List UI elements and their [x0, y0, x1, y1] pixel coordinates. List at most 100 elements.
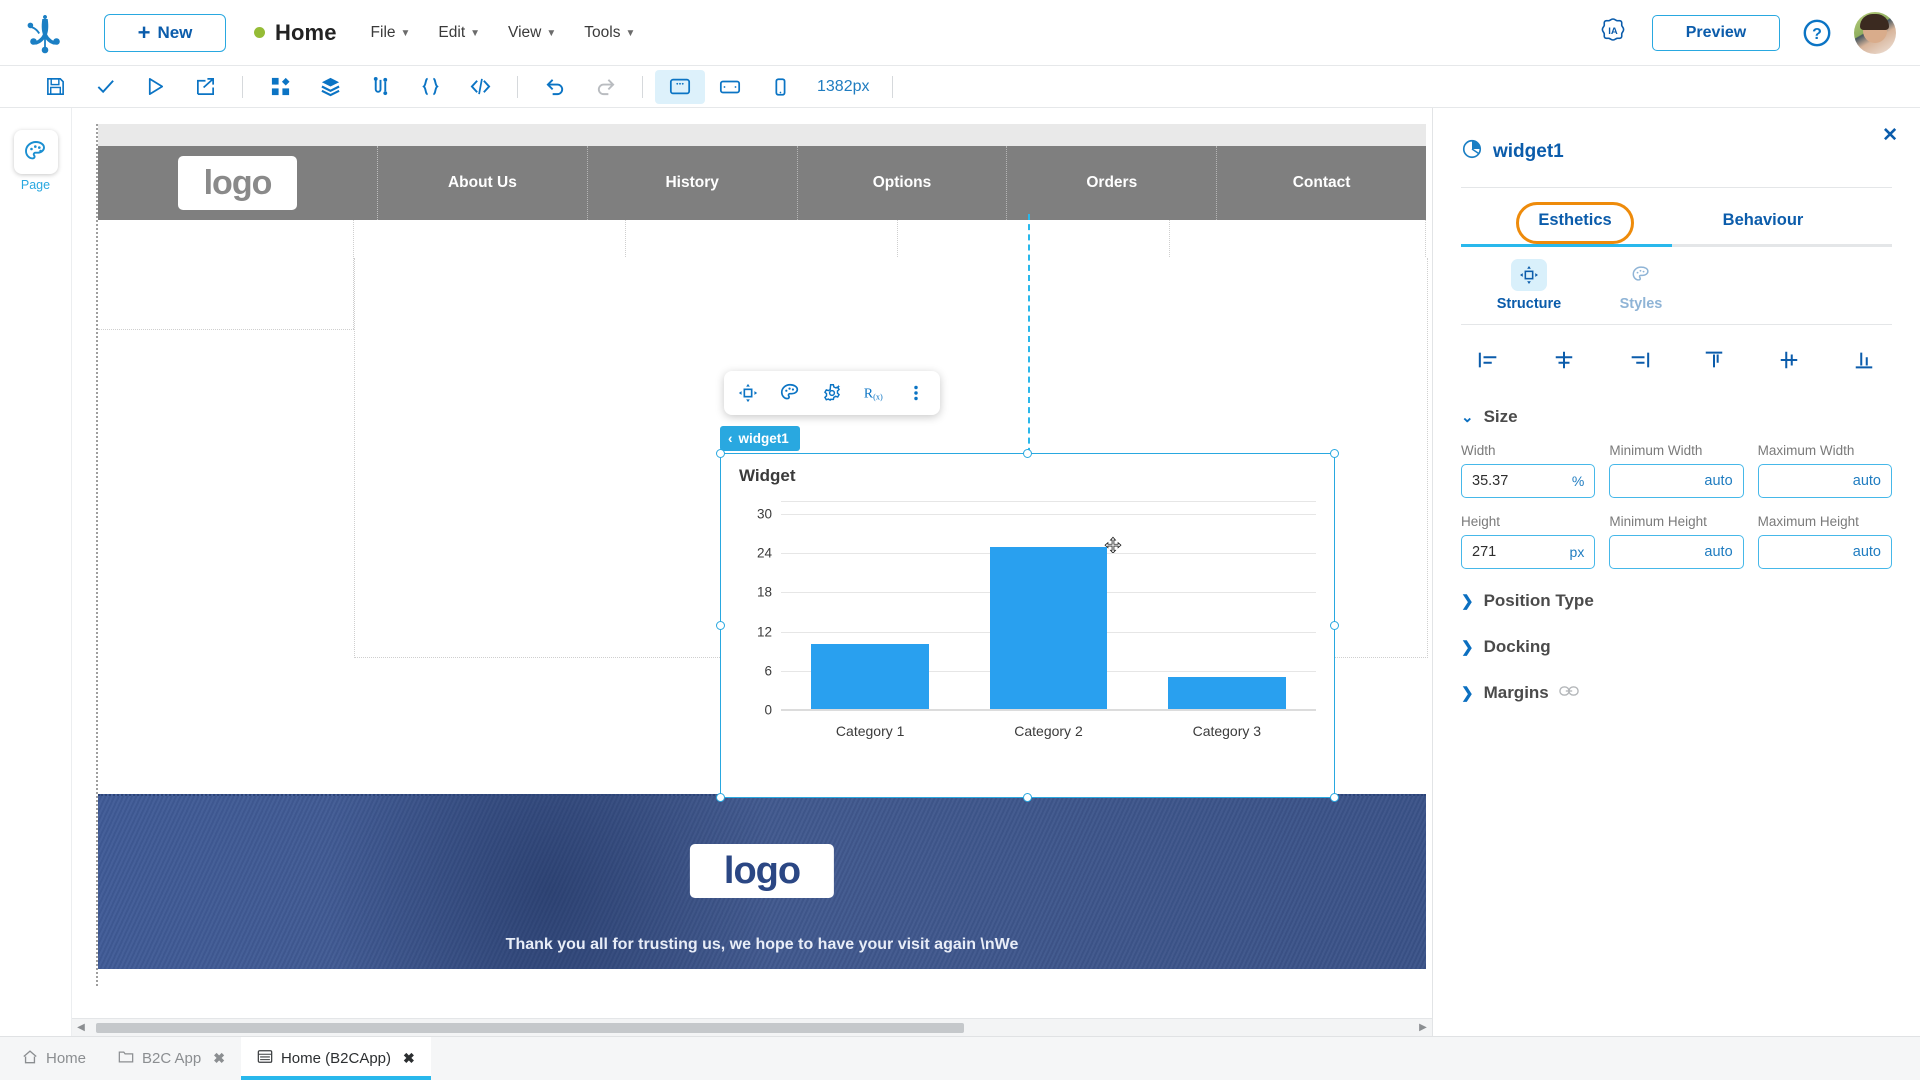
align-center-vertical-icon[interactable] — [1767, 343, 1811, 377]
site-footer-band[interactable]: logo Thank you all for trusting us, we h… — [98, 794, 1426, 969]
link-chain-icon[interactable] — [1558, 684, 1579, 703]
y-tick-label: 24 — [756, 545, 772, 561]
footer-message: Thank you all for trusting us, we hope t… — [505, 936, 1019, 953]
resize-handle-middle-right[interactable] — [1330, 620, 1339, 630]
components-grid-icon[interactable] — [255, 70, 305, 104]
bar-category-1[interactable] — [811, 644, 929, 709]
more-vertical-icon[interactable] — [897, 376, 935, 410]
site-logo-cell[interactable]: logo — [98, 146, 378, 220]
nav-link-about-us[interactable]: About Us — [378, 146, 588, 220]
scrollbar-track[interactable] — [90, 1022, 1414, 1033]
move-structure-icon[interactable] — [729, 376, 767, 410]
layers-stack-icon[interactable] — [305, 70, 355, 104]
viewport-size-label[interactable]: 1382px — [817, 78, 870, 96]
align-center-horizontal-icon[interactable] — [1542, 343, 1586, 377]
scroll-left-arrow-icon[interactable]: ◀ — [72, 1022, 90, 1033]
x-tick-label: Category 3 — [1192, 723, 1262, 739]
ia-assistant-icon[interactable]: IA — [1596, 16, 1630, 50]
resize-handle-bottom-right[interactable] — [1330, 793, 1339, 802]
code-tags-icon[interactable] — [455, 70, 505, 104]
avatar[interactable] — [1854, 11, 1896, 54]
section-position-type-header[interactable]: ❯ Position Type — [1461, 591, 1892, 611]
run-play-icon[interactable] — [130, 70, 180, 104]
deploy-export-icon[interactable] — [180, 70, 230, 104]
save-icon[interactable] — [30, 70, 80, 104]
nav-link-orders[interactable]: Orders — [1007, 146, 1218, 220]
section-size-header[interactable]: ⌄ Size — [1461, 407, 1892, 427]
close-icon[interactable]: ✖ — [213, 1050, 225, 1067]
min-width-input[interactable]: auto — [1609, 464, 1744, 498]
max-height-input[interactable]: auto — [1757, 535, 1892, 569]
tablet-view-icon[interactable] — [705, 70, 755, 104]
settings-sparkle-icon[interactable] — [813, 376, 851, 410]
section-margins-header[interactable]: ❯ Margins — [1461, 683, 1892, 703]
align-right-icon[interactable] — [1617, 343, 1661, 377]
tab-behaviour[interactable]: Behaviour — [1634, 202, 1892, 244]
braces-icon[interactable] — [405, 70, 455, 104]
height-input[interactable]: 271 px — [1461, 535, 1596, 569]
new-button[interactable]: + New — [104, 13, 226, 52]
subtab-structure[interactable]: Structure — [1473, 259, 1585, 312]
resize-handle-middle-left[interactable] — [716, 620, 725, 630]
nav-link-contact[interactable]: Contact — [1217, 146, 1426, 220]
data-flow-icon[interactable] — [355, 70, 405, 104]
menu-file[interactable]: File ▼ — [371, 24, 411, 42]
menu-edit[interactable]: Edit ▼ — [438, 24, 480, 42]
align-left-icon[interactable] — [1467, 343, 1511, 377]
field-max-width-label: Maximum Width — [1757, 443, 1855, 458]
width-unit: % — [1571, 473, 1585, 489]
section-docking-header[interactable]: ❯ Docking — [1461, 637, 1892, 657]
resize-handle-bottom-center[interactable] — [1022, 793, 1032, 802]
min-height-input[interactable]: auto — [1609, 535, 1744, 569]
bottom-tab-b2c-app[interactable]: B2C App ✖ — [102, 1037, 241, 1080]
redo-icon[interactable] — [580, 70, 630, 104]
widget-name-tag[interactable]: ‹ widget1 — [720, 426, 800, 451]
bottom-tab-home[interactable]: Home — [6, 1037, 102, 1080]
chevron-down-icon: ▼ — [400, 28, 411, 39]
palette-styles-icon[interactable] — [771, 376, 809, 410]
toolbar-divider — [517, 75, 518, 98]
scrollbar-thumb[interactable] — [96, 1022, 964, 1033]
preview-button[interactable]: Preview — [1652, 14, 1780, 51]
max-width-input[interactable]: auto — [1757, 464, 1892, 498]
menu-view[interactable]: View ▼ — [508, 24, 556, 42]
scroll-right-arrow-icon[interactable]: ▶ — [1414, 1022, 1432, 1033]
palette-icon — [1623, 259, 1659, 291]
resize-handle-top-left[interactable] — [716, 449, 725, 458]
validate-check-icon[interactable] — [80, 70, 130, 104]
subtab-styles[interactable]: Styles — [1585, 259, 1697, 312]
close-icon[interactable]: ✕ — [1882, 124, 1898, 147]
brand-logo-icon[interactable] — [22, 10, 68, 56]
canvas-horizontal-scrollbar[interactable]: ◀ ▶ — [72, 1018, 1432, 1036]
field-max-width: Maximum Width auto — [1757, 443, 1892, 498]
tab-esthetics[interactable]: Esthetics — [1516, 202, 1634, 244]
bar-category-2[interactable] — [989, 547, 1108, 709]
bottom-tab-home-b2capp[interactable]: Home (B2CApp) ✖ — [240, 1037, 431, 1080]
resize-handle-top-center[interactable] — [1022, 449, 1032, 458]
close-icon[interactable]: ✖ — [403, 1050, 415, 1067]
formula-rx-icon[interactable]: R (x) — [855, 376, 893, 410]
align-bottom-icon[interactable] — [1842, 343, 1886, 377]
nav-link-history[interactable]: History — [588, 146, 798, 220]
resize-handle-top-right[interactable] — [1330, 449, 1339, 458]
nav-link-options[interactable]: Options — [798, 146, 1008, 220]
mobile-view-icon[interactable] — [755, 70, 805, 104]
selected-widget-chart[interactable]: Widget 30 24 18 12 6 0 Category 1 Catego… — [716, 449, 1339, 802]
undo-icon[interactable] — [530, 70, 580, 104]
align-top-icon[interactable] — [1692, 343, 1736, 377]
field-min-height-label: Minimum Height — [1609, 514, 1707, 529]
x-axis-line — [781, 709, 1316, 711]
question-circle-icon[interactable]: ? — [1802, 18, 1832, 48]
menu-tools-label: Tools — [584, 23, 621, 41]
status-dot-icon — [254, 27, 265, 38]
chevron-down-icon: ▼ — [470, 28, 481, 39]
menu-tools[interactable]: Tools ▼ — [584, 24, 635, 42]
resize-handle-bottom-left[interactable] — [716, 793, 725, 802]
bar-category-3[interactable] — [1167, 676, 1286, 709]
desktop-view-icon[interactable] — [655, 69, 705, 104]
design-canvas[interactable]: logo About Us History Options Orders Con… — [72, 108, 1432, 1036]
chart-x-labels: Category 1 Category 2 Category 3 — [781, 723, 1316, 739]
rail-item-page[interactable]: Page — [13, 130, 58, 192]
width-input[interactable]: 35.37 % — [1461, 464, 1596, 498]
bar-slot — [1138, 502, 1316, 709]
